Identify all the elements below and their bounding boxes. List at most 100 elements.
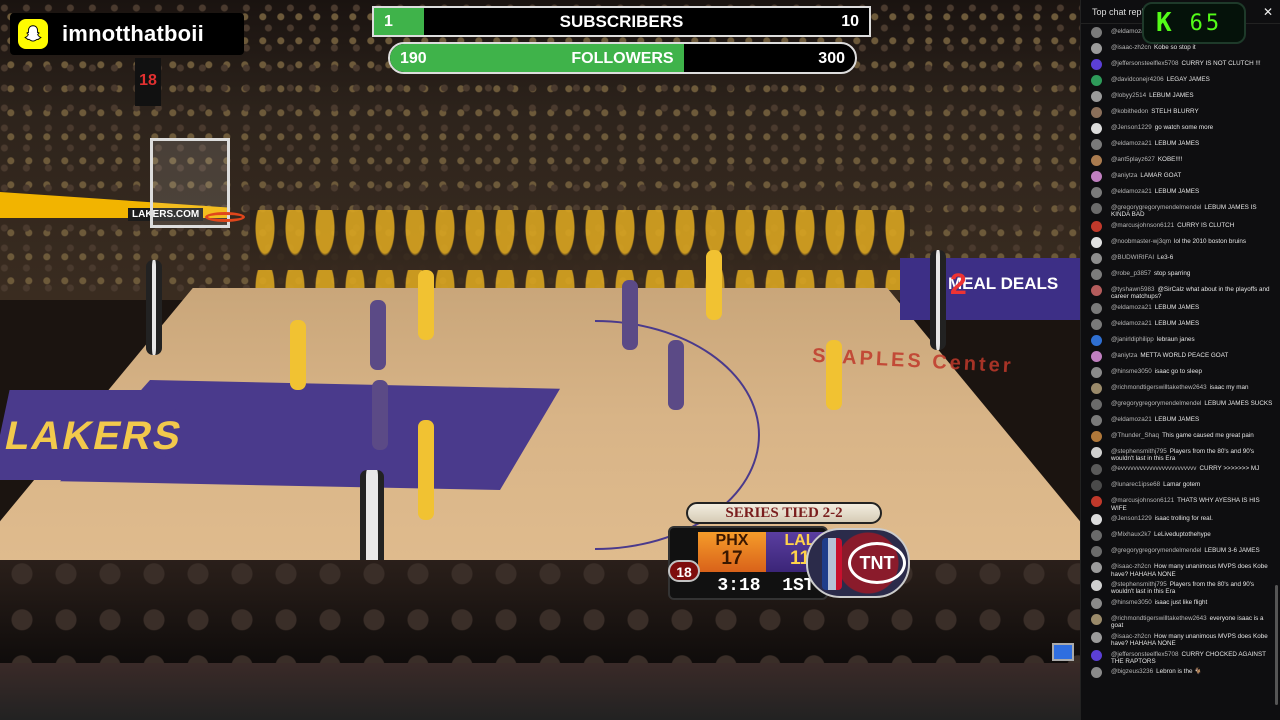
picture-in-picture-icon[interactable] xyxy=(1052,643,1074,661)
avatar[interactable] xyxy=(1091,414,1102,426)
chat-username[interactable]: @stephensmithj795 xyxy=(1111,581,1167,588)
avatar[interactable] xyxy=(1091,155,1102,166)
chat-username[interactable]: @eldamoza21 xyxy=(1111,416,1152,423)
avatar[interactable] xyxy=(1091,446,1102,458)
chat-text: isaac go to sleep xyxy=(1154,367,1202,375)
chat-username[interactable]: @eldamoza21 xyxy=(1111,188,1152,195)
avatar[interactable] xyxy=(1091,667,1102,679)
avatar[interactable] xyxy=(1091,649,1102,661)
chat-username[interactable]: @isaac-zh2cn xyxy=(1111,44,1151,51)
avatar[interactable] xyxy=(1091,631,1102,643)
chat-username[interactable]: @isaac-zh2cn xyxy=(1111,563,1151,570)
referee xyxy=(930,250,946,350)
avatar[interactable] xyxy=(1091,302,1102,314)
avatar[interactable] xyxy=(1091,464,1102,476)
avatar[interactable] xyxy=(1091,107,1102,118)
player xyxy=(372,380,388,450)
avatar[interactable] xyxy=(1091,496,1102,508)
chat-message: @stephensmithj795 Players from the 80's a… xyxy=(1091,445,1275,463)
chat-username[interactable]: @robe_p3857 xyxy=(1111,270,1151,277)
avatar[interactable] xyxy=(1091,562,1102,574)
chat-username[interactable]: @richmondtigerswilltakethew2643 xyxy=(1111,384,1207,391)
avatar[interactable] xyxy=(1091,318,1102,330)
avatar[interactable] xyxy=(1091,252,1102,264)
chat-message: @isaac-zh2cn How many unanimous MVPS does… xyxy=(1091,630,1275,648)
avatar[interactable] xyxy=(1091,123,1102,134)
chat-username[interactable]: @janirldiphilipp xyxy=(1111,336,1154,343)
chat-username[interactable]: @isaac-zh2cn xyxy=(1111,633,1151,640)
chat-username[interactable]: @eldamoza21 xyxy=(1111,140,1152,147)
avatar[interactable] xyxy=(1091,514,1102,526)
chat-username[interactable]: @lobyy2514 xyxy=(1111,92,1146,99)
chat-username[interactable]: @aniytza xyxy=(1111,352,1137,359)
chat-username[interactable]: @jeffersonsteelflex5708 xyxy=(1111,60,1179,67)
chat-username[interactable]: @eldamoza21 xyxy=(1111,304,1152,311)
avatar[interactable] xyxy=(1091,350,1102,362)
chat-username[interactable]: @ant5playz627 xyxy=(1111,156,1155,163)
video-player[interactable]: LAKERS.COM 18 LAKERS 2 MEAL DEALS STAPLE… xyxy=(0,0,1080,663)
chat-username[interactable]: @kobithedon xyxy=(1111,108,1148,115)
chat-username[interactable]: @eldamoza21 xyxy=(1111,320,1152,327)
chat-username[interactable]: @marcusjohnson6121 xyxy=(1111,497,1174,504)
avatar[interactable] xyxy=(1091,613,1102,625)
chat-username[interactable]: @Jenson1229 xyxy=(1111,515,1152,522)
chat-text: LEBUM JAMES SUCKS xyxy=(1204,399,1273,407)
avatar[interactable] xyxy=(1091,398,1102,410)
chat-scrollbar[interactable] xyxy=(1275,585,1278,705)
avatar[interactable] xyxy=(1091,171,1102,182)
avatar[interactable] xyxy=(1091,382,1102,394)
chat-username[interactable]: @marcusjohnson6121 xyxy=(1111,222,1174,229)
avatar[interactable] xyxy=(1091,75,1102,86)
chat-message-body: @eldamoza21 LEBUM JAMES xyxy=(1111,413,1199,423)
chat-username[interactable]: @jeffersonsteelflex5708 xyxy=(1111,651,1179,658)
chat-username[interactable]: @stephensmithj795 xyxy=(1111,448,1167,455)
chat-text: This game caused me great pain xyxy=(1162,431,1254,439)
chat-username[interactable]: @Mixhaux2k7 xyxy=(1111,531,1151,538)
chat-username[interactable]: @Jenson1229 xyxy=(1111,124,1152,131)
chat-message: @eldamoza21 LEBUM JAMES xyxy=(1091,301,1275,317)
chat-username[interactable]: @Thunder_Shaq xyxy=(1111,432,1159,439)
avatar[interactable] xyxy=(1091,366,1102,378)
player xyxy=(418,270,434,340)
avatar[interactable] xyxy=(1091,203,1102,214)
avatar[interactable] xyxy=(1091,430,1102,442)
chat-username[interactable]: @gregorygregorymendelmendel xyxy=(1111,547,1201,554)
chat-message: @richmondtigerswilltakethew2643 everyone … xyxy=(1091,612,1275,630)
avatar[interactable] xyxy=(1091,139,1102,150)
chat-username[interactable]: @aniytza xyxy=(1111,172,1137,179)
chat-message: @hinsme3050 isaac go to sleep xyxy=(1091,365,1275,381)
chat-message-list[interactable]: @eldamoza21 @isaac-zh2cn Kobe so stop it @j… xyxy=(1081,25,1280,720)
chat-username[interactable]: @noobmaster-wj3qm xyxy=(1111,238,1171,245)
avatar[interactable] xyxy=(1091,597,1102,609)
chat-username[interactable]: @richmondtigerswilltakethew2643 xyxy=(1111,615,1207,622)
chat-username[interactable]: @tyshawn5983 xyxy=(1111,286,1155,293)
avatar[interactable] xyxy=(1091,27,1102,38)
avatar[interactable] xyxy=(1091,187,1102,198)
chat-username[interactable]: @bigzeus3236 xyxy=(1111,668,1153,675)
avatar[interactable] xyxy=(1091,480,1102,492)
avatar[interactable] xyxy=(1091,43,1102,54)
chat-username[interactable]: @hinsme3050 xyxy=(1111,599,1152,606)
chat-message: @eldamoza21 LEBUM JAMES xyxy=(1091,185,1275,201)
chat-username[interactable]: @BUDWIRIFAI xyxy=(1111,254,1154,261)
close-icon[interactable]: ✕ xyxy=(1263,5,1273,19)
chat-username[interactable]: @gregorygregorymendelmendel xyxy=(1111,400,1201,407)
chat-message-body: @Mixhaux2k7 LeLiveduptothehype xyxy=(1111,528,1211,538)
chat-username[interactable]: @hinsme3050 xyxy=(1111,368,1152,375)
avatar[interactable] xyxy=(1091,334,1102,346)
avatar[interactable] xyxy=(1091,530,1102,542)
series-banner: SERIES TIED 2-2 xyxy=(686,502,882,524)
avatar[interactable] xyxy=(1091,284,1102,296)
chat-username[interactable]: @gregorygregorymendelmendel xyxy=(1111,204,1201,211)
chat-username[interactable]: @davidconejr4206 xyxy=(1111,76,1164,83)
network-logo-box: TNT xyxy=(806,528,910,598)
avatar[interactable] xyxy=(1091,546,1102,558)
chat-username[interactable]: @evvvvvvvvvvvvvvvvvvvvvvvv xyxy=(1111,465,1196,472)
avatar[interactable] xyxy=(1091,268,1102,280)
chat-username[interactable]: @lunarec1ipse68 xyxy=(1111,481,1160,488)
avatar[interactable] xyxy=(1091,220,1102,232)
avatar[interactable] xyxy=(1091,580,1102,592)
avatar[interactable] xyxy=(1091,59,1102,70)
avatar[interactable] xyxy=(1091,236,1102,248)
avatar[interactable] xyxy=(1091,91,1102,102)
